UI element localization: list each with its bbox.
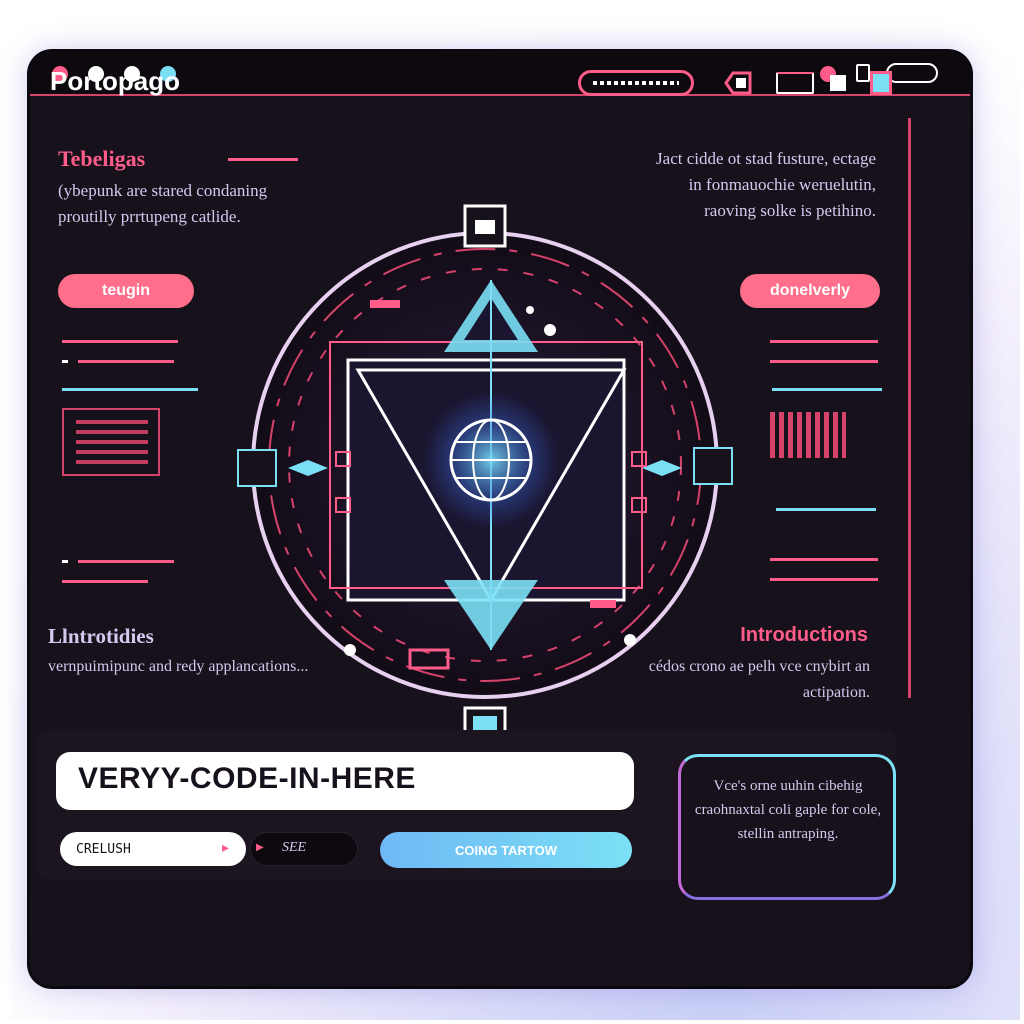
- left-bottom-body: vernpuimipunc and redy applancations...: [48, 658, 309, 675]
- decor-line: [78, 360, 174, 363]
- decor-line: [770, 360, 878, 363]
- decor-line: [62, 580, 148, 583]
- decor-line: [62, 360, 68, 363]
- right-bottom-title: Introductions: [740, 624, 868, 646]
- left-section-title: Tebeligas: [58, 146, 146, 171]
- app-name: Portopago: [50, 66, 180, 96]
- go-button[interactable]: COING TARTOW: [380, 832, 632, 868]
- tag-icon[interactable]: [724, 70, 754, 96]
- chevron-right-icon: ▸: [222, 840, 230, 856]
- side-divider: [908, 118, 911, 698]
- decor-line: [62, 560, 68, 563]
- right-data-panel: [760, 404, 856, 468]
- decor-line: [62, 340, 178, 343]
- search-placeholder-dots: [593, 81, 679, 85]
- cyan-square-icon[interactable]: [870, 71, 892, 95]
- code-text: VERYY-CODE-IN-HERE: [78, 762, 416, 795]
- decor-line: [62, 388, 198, 391]
- see-label: SEE: [282, 840, 307, 855]
- play-icon: ▶: [256, 842, 264, 853]
- panel-bars: [76, 420, 148, 466]
- close-icon[interactable]: [886, 63, 938, 83]
- square-icon[interactable]: [830, 75, 846, 91]
- left-data-panel: [62, 408, 160, 476]
- decor-line: [776, 508, 876, 511]
- monitor-icon[interactable]: [776, 72, 814, 94]
- search-bar[interactable]: [578, 70, 694, 96]
- note-text: Vce's orne uuhin cibehig craohnaxtal col…: [694, 778, 882, 842]
- decor-line: [78, 560, 174, 563]
- right-action-button[interactable]: donelverly: [740, 274, 880, 308]
- panel-grid: [770, 412, 846, 458]
- decor-line: [770, 558, 878, 561]
- left-action-button[interactable]: teugin: [58, 274, 194, 308]
- right-bottom-body: cédos crono ae pelh vce cnybirt an actip…: [648, 658, 870, 701]
- select-field[interactable]: CRELUSH: [60, 832, 246, 866]
- decor-line: [770, 340, 878, 343]
- maximize-icon[interactable]: [856, 64, 870, 82]
- decor-line: [772, 388, 882, 391]
- left-bottom-title: Llntrotidies: [48, 624, 154, 648]
- decor-line: [770, 578, 878, 581]
